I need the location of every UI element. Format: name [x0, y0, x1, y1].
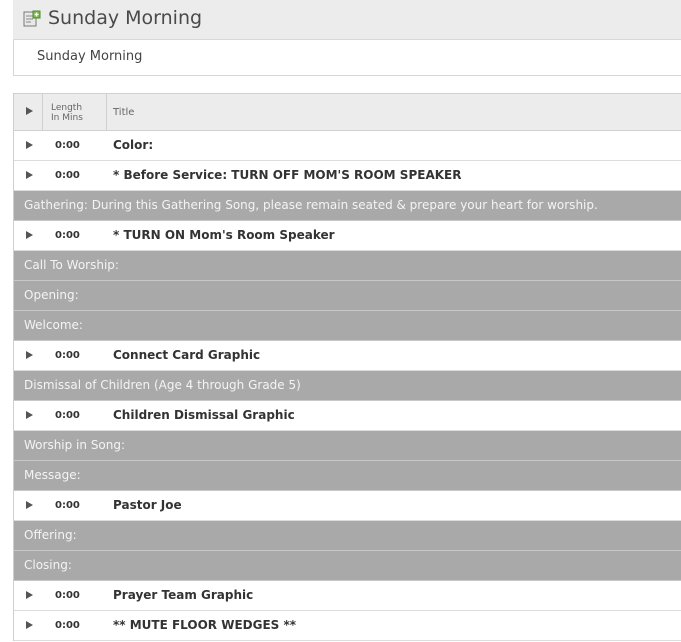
section-header-title[interactable]: Message:: [24, 468, 81, 482]
section-header-title[interactable]: Offering:: [24, 528, 77, 542]
plan-document-icon: [23, 10, 41, 27]
expand-row-triangle-icon[interactable]: [26, 501, 33, 509]
row-title[interactable]: * TURN ON Mom's Room Speaker: [113, 228, 335, 242]
section-header-title[interactable]: Worship in Song:: [24, 438, 125, 452]
row-length[interactable]: 0:00: [55, 500, 80, 511]
row-title[interactable]: ** MUTE FLOOR WEDGES **: [113, 618, 296, 632]
table-body: 0:00 Color: 0:00 * Before Service: TURN OFF…: [14, 131, 681, 641]
column-header-length[interactable]: Length In Mins: [43, 94, 107, 130]
section-header-row[interactable]: Offering:: [14, 521, 681, 551]
section-header-row[interactable]: Worship in Song:: [14, 431, 681, 461]
row-length[interactable]: 0:00: [55, 620, 80, 631]
table-row[interactable]: 0:00 Pastor Joe: [14, 491, 681, 521]
table-header: Length In Mins Title: [14, 93, 681, 131]
table-row[interactable]: 0:00 Color:: [14, 131, 681, 161]
expand-row-triangle-icon[interactable]: [26, 171, 33, 179]
plan-name-field[interactable]: Sunday Morning: [13, 40, 681, 76]
page-title: Sunday Morning: [48, 7, 203, 29]
service-plan-table: Length In Mins Title 0:00 Color: 0:00 * Bef…: [13, 93, 681, 641]
page-header: Sunday Morning: [13, 0, 681, 40]
expand-row-triangle-icon[interactable]: [26, 591, 33, 599]
row-title[interactable]: Prayer Team Graphic: [113, 588, 253, 602]
expand-row-triangle-icon[interactable]: [26, 141, 33, 149]
section-header-title[interactable]: Dismissal of Children (Age 4 through Gra…: [24, 378, 301, 392]
section-header-row[interactable]: Message:: [14, 461, 681, 491]
section-header-row[interactable]: Opening:: [14, 281, 681, 311]
length-header-line2: In Mins: [51, 113, 83, 123]
row-title[interactable]: Connect Card Graphic: [113, 348, 260, 362]
section-header-row[interactable]: Dismissal of Children (Age 4 through Gra…: [14, 371, 681, 401]
table-row[interactable]: 0:00 * Before Service: TURN OFF MOM'S ROO…: [14, 161, 681, 191]
row-length[interactable]: 0:00: [55, 140, 80, 151]
row-title[interactable]: Pastor Joe: [113, 498, 182, 512]
row-length[interactable]: 0:00: [55, 230, 80, 241]
section-header-row[interactable]: Closing:: [14, 551, 681, 581]
expand-row-triangle-icon[interactable]: [26, 411, 33, 419]
section-header-title[interactable]: Opening:: [24, 288, 79, 302]
row-title[interactable]: Children Dismissal Graphic: [113, 408, 295, 422]
section-header-row[interactable]: Gathering: During this Gathering Song, p…: [14, 191, 681, 221]
table-row[interactable]: 0:00 Connect Card Graphic: [14, 341, 681, 371]
plan-name-text: Sunday Morning: [37, 49, 143, 64]
table-row[interactable]: 0:00 * TURN ON Mom's Room Speaker: [14, 221, 681, 251]
length-header-line1: Length: [51, 103, 83, 113]
expand-all-triangle-icon: [26, 107, 33, 115]
expand-all-button[interactable]: [14, 94, 43, 130]
row-length[interactable]: 0:00: [55, 350, 80, 361]
section-header-title[interactable]: Welcome:: [24, 318, 83, 332]
row-length[interactable]: 0:00: [55, 170, 80, 181]
section-header-title[interactable]: Closing:: [24, 558, 72, 572]
row-title[interactable]: * Before Service: TURN OFF MOM'S ROOM SP…: [113, 168, 461, 182]
table-row[interactable]: 0:00 ** MUTE FLOOR WEDGES **: [14, 611, 681, 641]
row-title[interactable]: Color:: [113, 138, 153, 152]
table-row[interactable]: 0:00 Children Dismissal Graphic: [14, 401, 681, 431]
row-length[interactable]: 0:00: [55, 410, 80, 421]
section-header-title[interactable]: Call To Worship:: [24, 258, 119, 272]
expand-row-triangle-icon[interactable]: [26, 621, 33, 629]
expand-row-triangle-icon[interactable]: [26, 351, 33, 359]
table-row[interactable]: 0:00 Prayer Team Graphic: [14, 581, 681, 611]
row-length[interactable]: 0:00: [55, 590, 80, 601]
section-header-row[interactable]: Call To Worship:: [14, 251, 681, 281]
expand-row-triangle-icon[interactable]: [26, 231, 33, 239]
column-header-title[interactable]: Title: [113, 107, 134, 118]
section-header-row[interactable]: Welcome:: [14, 311, 681, 341]
section-header-title[interactable]: Gathering: During this Gathering Song, p…: [24, 198, 598, 212]
